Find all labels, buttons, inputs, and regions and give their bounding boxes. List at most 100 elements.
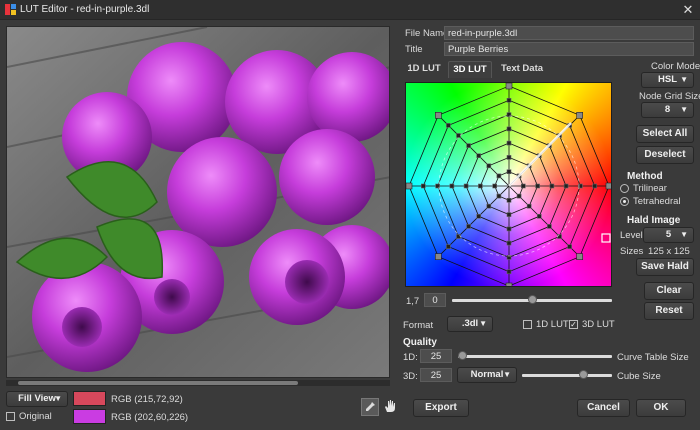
quality-1d-field[interactable]: 25	[420, 349, 452, 363]
grid-node[interactable]	[506, 212, 512, 217]
cube-size-slider-track[interactable]	[522, 374, 612, 377]
grid-node[interactable]	[567, 244, 572, 249]
gamma-label: 1,7	[406, 296, 420, 307]
save-hald-button[interactable]: Save Hald	[636, 258, 694, 276]
original-label: Original	[19, 411, 52, 422]
original-checkbox[interactable]	[6, 412, 15, 421]
grid-node[interactable]	[506, 240, 512, 246]
grid-node[interactable]	[605, 182, 612, 190]
quality-mode-dropdown[interactable]: Normal ▼	[457, 367, 517, 383]
hand-pan-icon[interactable]	[381, 398, 399, 416]
grid-node[interactable]	[456, 133, 461, 138]
grid-node[interactable]	[446, 123, 451, 128]
image-preview[interactable]	[6, 26, 390, 378]
format-dropdown[interactable]: .3dl ▼	[447, 316, 493, 332]
checkbox-1d-lut[interactable]	[523, 320, 532, 329]
grid-node[interactable]	[506, 169, 512, 174]
grid-node[interactable]	[463, 183, 469, 189]
grid-node[interactable]	[576, 111, 583, 119]
ok-button[interactable]: OK	[636, 399, 686, 417]
grid-node[interactable]	[449, 183, 455, 189]
node-grid-dropdown[interactable]: 8 ▼	[641, 102, 694, 118]
grid-node[interactable]	[478, 183, 483, 189]
grid-node[interactable]	[421, 183, 426, 189]
lut-color-wheel[interactable]	[405, 82, 612, 287]
grid-node[interactable]	[506, 226, 512, 232]
grid-node[interactable]	[492, 183, 497, 189]
grid-node[interactable]	[526, 203, 532, 209]
grid-node[interactable]	[516, 193, 522, 199]
hald-level-dropdown[interactable]: 5 ▼	[643, 227, 694, 243]
tab-1d-lut[interactable]: 1D LUT	[404, 61, 444, 78]
grid-node[interactable]	[592, 183, 597, 189]
title-field[interactable]: Purple Berries	[444, 42, 694, 56]
target-rgb-label: RGB (202,60,226)	[111, 412, 189, 423]
node-grid[interactable]	[406, 83, 612, 287]
grid-node[interactable]	[557, 234, 562, 239]
color-swatch-target[interactable]	[73, 409, 106, 424]
grid-node[interactable]	[506, 269, 512, 274]
select-all-button[interactable]: Select All	[636, 125, 694, 143]
lut-3d-label: 3D LUT	[582, 319, 615, 330]
preview-scrollbar[interactable]	[6, 380, 390, 386]
chevron-down-icon: ▼	[680, 75, 688, 84]
grid-node[interactable]	[549, 183, 555, 189]
grid-node[interactable]	[535, 183, 540, 189]
checkbox-3d-lut[interactable]: ✓	[569, 320, 578, 329]
color-model-label: Color Model	[651, 61, 700, 72]
grid-node[interactable]	[506, 155, 512, 160]
reset-button[interactable]: Reset	[644, 302, 694, 320]
scrollbar-thumb[interactable]	[18, 381, 298, 385]
sizes-label: Sizes	[620, 246, 644, 257]
grid-node[interactable]	[506, 198, 512, 203]
cancel-button[interactable]: Cancel	[577, 399, 630, 417]
grid-node[interactable]	[576, 253, 583, 260]
grid-node[interactable]	[446, 244, 451, 249]
export-button[interactable]: Export	[413, 399, 469, 417]
grid-node[interactable]	[486, 203, 492, 209]
tab-text-data[interactable]: Text Data	[496, 61, 548, 78]
grid-node[interactable]	[496, 173, 502, 179]
grid-node[interactable]	[521, 183, 526, 189]
grid-node[interactable]	[466, 224, 471, 229]
grid-node[interactable]	[456, 234, 461, 239]
grid-node[interactable]	[434, 111, 442, 119]
grid-node[interactable]	[406, 182, 413, 190]
tab-3d-lut[interactable]: 3D LUT	[448, 61, 492, 78]
radio-trilinear[interactable]	[620, 184, 629, 193]
clear-button[interactable]: Clear	[644, 282, 694, 300]
view-mode-dropdown[interactable]: Fill View ▼	[6, 391, 68, 407]
quality-3d-field[interactable]: 25	[420, 368, 452, 382]
gamma-field[interactable]: 0	[424, 293, 446, 307]
grid-node[interactable]	[506, 140, 512, 146]
grid-node[interactable]	[547, 224, 552, 229]
gamma-slider-knob[interactable]	[527, 295, 537, 304]
grid-node[interactable]	[537, 214, 542, 219]
grid-node[interactable]	[506, 98, 512, 103]
grid-node[interactable]	[476, 214, 481, 219]
grid-node[interactable]	[505, 83, 513, 90]
curve-table-slider-track[interactable]	[458, 355, 612, 358]
tetrahedral-label: Tetrahedral	[633, 196, 681, 207]
grid-node[interactable]	[476, 153, 481, 158]
radio-tetrahedral[interactable]	[620, 197, 629, 206]
hald-image-label: Hald Image	[627, 215, 681, 226]
close-icon[interactable]: ✕	[680, 2, 696, 18]
grid-node[interactable]	[434, 253, 442, 260]
grid-node[interactable]	[505, 282, 513, 287]
eyedropper-icon[interactable]	[361, 398, 379, 416]
deselect-button[interactable]: Deselect	[636, 146, 694, 164]
grid-node[interactable]	[563, 183, 569, 189]
color-model-dropdown[interactable]: HSL ▼	[641, 72, 694, 88]
file-name-field[interactable]: red-in-purple.3dl	[444, 26, 694, 40]
curve-table-slider-knob[interactable]	[458, 351, 467, 360]
grid-node[interactable]	[466, 143, 471, 148]
quality-1d-label: 1D:	[403, 352, 418, 363]
grid-node[interactable]	[496, 193, 502, 199]
color-swatch-source[interactable]	[73, 391, 106, 406]
selected-node[interactable]	[601, 233, 611, 243]
grid-node[interactable]	[506, 126, 512, 132]
grid-node[interactable]	[486, 163, 492, 169]
window-title: LUT Editor - red-in-purple.3dl	[20, 4, 150, 15]
cube-size-slider-knob[interactable]	[578, 370, 588, 379]
